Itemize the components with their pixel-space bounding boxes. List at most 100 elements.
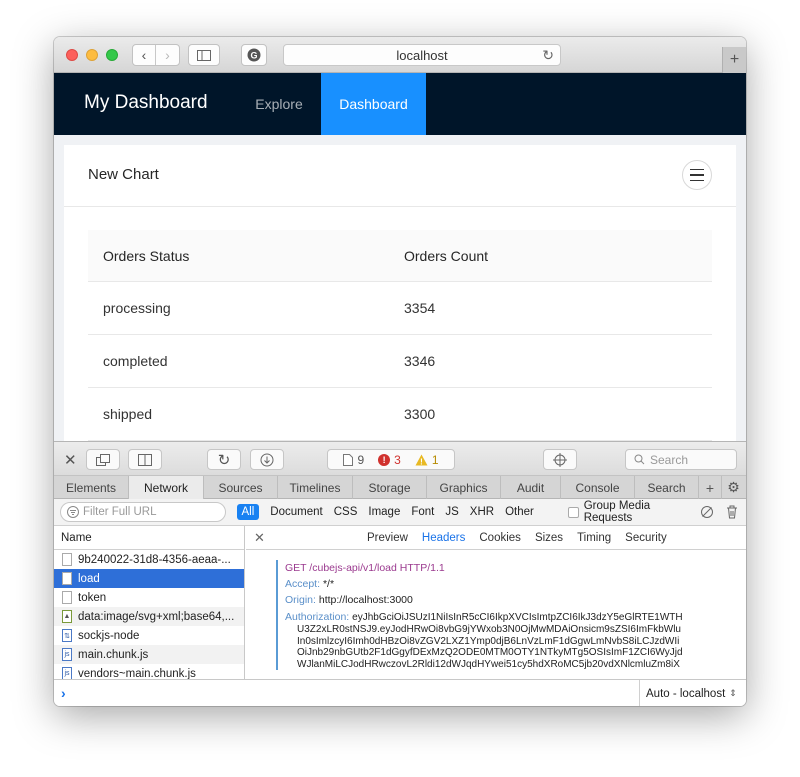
app-header: My Dashboard Explore Dashboard [54, 73, 746, 135]
gear-icon[interactable]: ⚙ [722, 476, 745, 499]
detail-tab-security[interactable]: Security [625, 532, 667, 544]
prompt-chevron-icon: › [61, 685, 66, 701]
crosshair-icon [553, 452, 567, 467]
search-placeholder: Search [650, 452, 689, 467]
dashboard-content: New Chart Orders Status Orders Count pro… [54, 135, 746, 441]
reload-page-button[interactable]: ↻ [207, 449, 241, 470]
filter-type-js[interactable]: JS [445, 506, 458, 518]
add-tab-icon[interactable]: + [699, 476, 722, 499]
reload-icon[interactable]: ↻ [542, 47, 554, 64]
tab-timelines[interactable]: Timelines [278, 476, 353, 499]
download-icon [260, 453, 274, 466]
request-row[interactable]: load [54, 569, 244, 588]
devtools-search-input[interactable]: Search [625, 449, 737, 470]
console-prompt-bar[interactable]: › Auto - localhost ⇕ [54, 679, 746, 706]
column-header-status[interactable]: Orders Status [88, 248, 404, 264]
detail-tab-timing[interactable]: Timing [577, 532, 611, 544]
trash-icon[interactable] [726, 505, 738, 519]
address-text: localhost [396, 47, 448, 63]
results-table: Orders Status Orders Count processing 33… [88, 230, 712, 441]
tab-sources[interactable]: Sources [204, 476, 278, 499]
column-header-count[interactable]: Orders Count [404, 248, 712, 264]
back-button[interactable]: ‹ [133, 45, 157, 65]
detail-tab-preview[interactable]: Preview [367, 532, 408, 544]
tab-audit[interactable]: Audit [501, 476, 561, 499]
new-tab-button[interactable]: + [722, 47, 746, 73]
image-file-icon: ▲ [62, 610, 72, 623]
cell-count: 3346 [404, 353, 436, 369]
tab-search[interactable]: Search [635, 476, 699, 499]
maximize-window-button[interactable] [106, 49, 118, 61]
filter-type-image[interactable]: Image [368, 506, 400, 518]
download-button[interactable] [250, 449, 284, 470]
detail-tab-cookies[interactable]: Cookies [479, 532, 521, 544]
tab-console[interactable]: Console [561, 476, 635, 499]
close-window-button[interactable] [66, 49, 78, 61]
devtools-toolbar: ✕ ↻ 9 ! 3 ! 1 Search [54, 441, 746, 476]
tab-elements[interactable]: Elements [54, 476, 129, 499]
request-name: main.chunk.js [78, 648, 149, 661]
address-bar[interactable]: localhost ↻ [283, 44, 561, 66]
request-row[interactable]: 9b240022-31d8-4356-aeaa-... [54, 550, 244, 569]
request-row[interactable]: ▲ data:image/svg+xml;base64,... [54, 607, 244, 626]
nav-item-explore[interactable]: Explore [244, 73, 314, 135]
request-row[interactable]: js vendors~main.chunk.js [54, 664, 244, 679]
card-header: New Chart [64, 145, 736, 207]
checkbox-icon [567, 506, 579, 518]
cell-status: shipped [103, 406, 153, 422]
dock-icon [138, 453, 152, 466]
nav-item-dashboard[interactable]: Dashboard [321, 73, 426, 135]
clear-log-icon[interactable] [700, 505, 714, 519]
execution-context-label: Auto - localhost [646, 687, 726, 700]
close-devtools-icon[interactable]: ✕ [64, 451, 77, 469]
detail-tab-sizes[interactable]: Sizes [535, 532, 563, 544]
close-detail-icon[interactable]: ✕ [254, 530, 265, 546]
group-media-label: Group Media Requests [583, 500, 651, 524]
request-name: load [78, 572, 100, 585]
tab-graphics[interactable]: Graphics [427, 476, 501, 499]
execution-context-select[interactable]: Auto - localhost ⇕ [639, 680, 737, 706]
cell-count: 3354 [404, 300, 436, 316]
dock-side-button[interactable] [128, 449, 162, 470]
request-name: 9b240022-31d8-4356-aeaa-... [78, 553, 231, 566]
filter-type-document[interactable]: Document [270, 506, 322, 518]
list-header-name[interactable]: Name [54, 526, 244, 550]
element-picker-button[interactable] [543, 449, 577, 470]
browser-titlebar: ‹ › G localhost ↻ + [54, 37, 746, 73]
network-filter-bar: Filter Full URL All Document CSS Image F… [54, 499, 746, 526]
sidebar-toggle-button[interactable] [188, 44, 220, 66]
grammarly-extension-button[interactable]: G [241, 44, 267, 66]
card-menu-button[interactable] [682, 160, 712, 190]
error-icon: ! [378, 453, 391, 466]
table-row: shipped 3300 [88, 388, 712, 441]
request-name: vendors~main.chunk.js [78, 667, 196, 680]
header-origin: Origin: http://localhost:3000 [285, 594, 413, 606]
request-row[interactable]: token [54, 588, 244, 607]
tab-storage[interactable]: Storage [353, 476, 427, 499]
file-icon [62, 591, 72, 604]
request-row[interactable]: ⇅ sockjs-node [54, 626, 244, 645]
status-summary[interactable]: 9 ! 3 ! 1 [327, 449, 455, 470]
filter-type-other[interactable]: Other [505, 506, 534, 518]
detach-devtools-button[interactable] [86, 449, 120, 470]
file-icon [62, 572, 72, 585]
filter-type-xhr[interactable]: XHR [470, 506, 494, 518]
reload-icon: ↻ [217, 451, 231, 469]
table-row: processing 3354 [88, 282, 712, 335]
group-media-requests-checkbox[interactable]: Group Media Requests [567, 500, 700, 524]
filter-type-font[interactable]: Font [411, 506, 434, 518]
filter-type-css[interactable]: CSS [334, 506, 358, 518]
app-brand: My Dashboard [84, 92, 208, 113]
forward-button[interactable]: › [156, 45, 179, 65]
detail-tab-headers[interactable]: Headers [422, 532, 465, 544]
warnings-count: 1 [431, 452, 439, 467]
request-name: data:image/svg+xml;base64,... [78, 610, 235, 623]
filter-type-all[interactable]: All [236, 504, 260, 520]
filter-url-input[interactable]: Filter Full URL [60, 502, 226, 522]
js-file-icon: js [62, 648, 72, 661]
filter-icon [67, 506, 79, 518]
minimize-window-button[interactable] [86, 49, 98, 61]
request-row[interactable]: js main.chunk.js [54, 645, 244, 664]
header-authorization: Authorization: eyJhbGciOiJSUzI1NiIsInR5c… [285, 611, 683, 670]
tab-network[interactable]: Network [129, 476, 204, 499]
